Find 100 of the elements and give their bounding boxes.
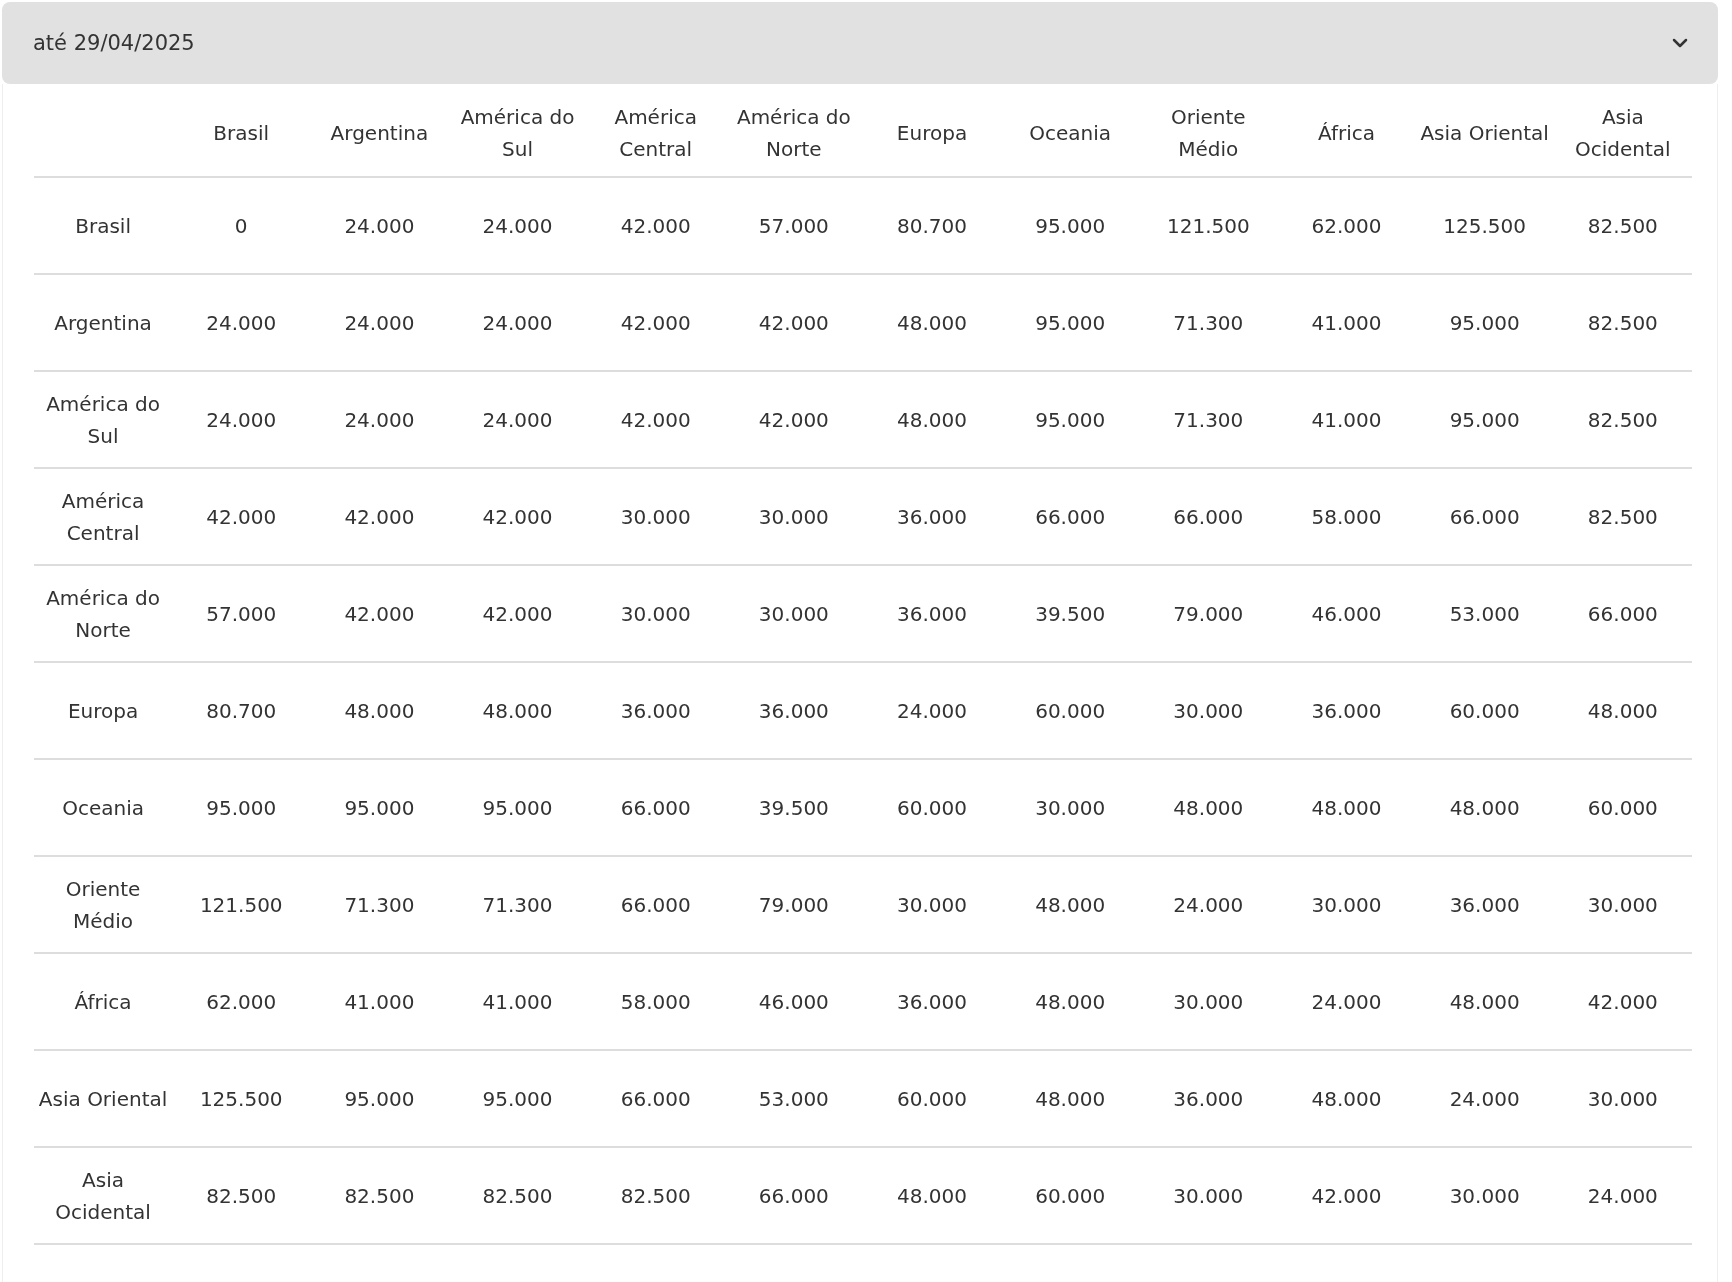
row-header: África bbox=[74, 988, 132, 1016]
table-cell-text: 95.000 bbox=[1035, 309, 1106, 337]
table-cell-text: 66.000 bbox=[620, 1085, 691, 1113]
table-cell-text: 41.000 bbox=[482, 988, 553, 1016]
table-cell-text: 30.000 bbox=[1035, 794, 1106, 822]
table-cell-text: 36.000 bbox=[897, 600, 967, 628]
table-cell-text: 79.000 bbox=[1173, 600, 1244, 628]
table-cell-text: 66.000 bbox=[758, 1182, 829, 1210]
table-cell-text: 95.000 bbox=[1449, 309, 1520, 337]
table-cell-text: 30.000 bbox=[1311, 891, 1382, 919]
table-cell-text: 24.000 bbox=[344, 309, 415, 337]
table-cell-text: 30.000 bbox=[620, 503, 691, 531]
table-cell-text: 95.000 bbox=[1035, 406, 1106, 434]
table-cell-text: 60.000 bbox=[1587, 794, 1658, 822]
table-cell-text: 82.500 bbox=[1587, 309, 1658, 337]
table-cell-text: 62.000 bbox=[206, 988, 277, 1016]
table-cell-text: 79.000 bbox=[758, 891, 829, 919]
column-header: Argentina bbox=[330, 120, 429, 147]
table-cell-text: 0 bbox=[234, 212, 248, 240]
table-cell-text: 82.500 bbox=[206, 1182, 277, 1210]
table-cell-text: 42.000 bbox=[206, 503, 277, 531]
table-cell-text: 48.000 bbox=[897, 1182, 967, 1210]
table-cell-text: 71.300 bbox=[1173, 309, 1244, 337]
table-cell-text: 71.300 bbox=[1173, 406, 1244, 434]
table-cell-text: 24.000 bbox=[897, 697, 967, 725]
table-cell-text: 42.000 bbox=[344, 600, 415, 628]
table-cell-text: 42.000 bbox=[1311, 1182, 1382, 1210]
table-cell-text: 24.000 bbox=[344, 212, 415, 240]
column-header: Brasil bbox=[213, 120, 270, 147]
table-cell-text: 30.000 bbox=[1173, 1182, 1244, 1210]
row-header: Asia Oriental bbox=[38, 1085, 168, 1113]
table-cell-text: 95.000 bbox=[482, 794, 553, 822]
table-cell-text: 71.300 bbox=[344, 891, 415, 919]
table-cell-text: 58.000 bbox=[620, 988, 691, 1016]
table-cell-text: 66.000 bbox=[1449, 503, 1520, 531]
table-cell-text: 121.500 bbox=[199, 891, 283, 919]
table-cell-text: 48.000 bbox=[1311, 1085, 1382, 1113]
table-cell-text: 30.000 bbox=[1587, 891, 1658, 919]
table-cell-text: 95.000 bbox=[206, 794, 277, 822]
table-cell-text: 66.000 bbox=[1587, 600, 1658, 628]
table-cell-text: 82.500 bbox=[620, 1182, 691, 1210]
table-cell-text: 95.000 bbox=[344, 1085, 415, 1113]
table-cell-text: 82.500 bbox=[1587, 212, 1658, 240]
table-cell-text: 42.000 bbox=[620, 309, 691, 337]
table-cell-text: 62.000 bbox=[1311, 212, 1382, 240]
column-header: Asia Ocidental bbox=[1574, 104, 1672, 163]
table-cell-text: 30.000 bbox=[620, 600, 691, 628]
accordion-header[interactable]: até 29/04/2025 bbox=[2, 2, 1718, 84]
table-cell-text: 60.000 bbox=[897, 1085, 967, 1113]
table-cell-text: 30.000 bbox=[897, 891, 967, 919]
table-cell-text: 82.500 bbox=[482, 1182, 553, 1210]
column-header: Oriente Médio bbox=[1170, 104, 1247, 163]
table-cell-text: 36.000 bbox=[897, 503, 967, 531]
table-cell-text: 66.000 bbox=[1035, 503, 1106, 531]
table-cell-text: 30.000 bbox=[1449, 1182, 1520, 1210]
column-header: África bbox=[1317, 120, 1375, 147]
table-cell-text: 36.000 bbox=[758, 697, 829, 725]
table-cell-text: 48.000 bbox=[482, 697, 553, 725]
table-cell-text: 53.000 bbox=[758, 1085, 829, 1113]
table-cell-text: 48.000 bbox=[1449, 794, 1520, 822]
column-header: América do Norte bbox=[735, 104, 852, 163]
table-cell-text: 60.000 bbox=[1449, 697, 1520, 725]
table-cell-text: 60.000 bbox=[1035, 697, 1106, 725]
table-cell-text: 24.000 bbox=[1449, 1085, 1520, 1113]
column-header: Asia Oriental bbox=[1420, 120, 1549, 147]
table-cell-text: 95.000 bbox=[1449, 406, 1520, 434]
table-cell-text: 48.000 bbox=[897, 406, 967, 434]
row-header: Brasil bbox=[75, 212, 131, 240]
table-cell-text: 30.000 bbox=[758, 503, 829, 531]
table-cell-text: 60.000 bbox=[897, 794, 967, 822]
table-cell-text: 30.000 bbox=[1173, 697, 1244, 725]
table-cell-text: 24.000 bbox=[1173, 891, 1244, 919]
column-header: América do Sul bbox=[459, 104, 576, 163]
table-cell-text: 66.000 bbox=[620, 891, 691, 919]
chevron-icon bbox=[1672, 38, 1688, 48]
table-cell-text: 58.000 bbox=[1311, 503, 1382, 531]
row-header: Asia Ocidental bbox=[54, 1166, 152, 1226]
row-header: América do Norte bbox=[45, 584, 161, 644]
table-cell-text: 95.000 bbox=[1035, 212, 1106, 240]
table-cell-text: 42.000 bbox=[620, 406, 691, 434]
row-header: Oriente Médio bbox=[64, 875, 142, 935]
row-header: Argentina bbox=[54, 309, 152, 337]
column-header: Europa bbox=[896, 120, 968, 147]
table-cell-text: 24.000 bbox=[482, 309, 553, 337]
table-cell-text: 48.000 bbox=[1035, 891, 1106, 919]
table-cell-text: 42.000 bbox=[620, 212, 691, 240]
column-header: Oceania bbox=[1029, 120, 1112, 147]
table-cell-text: 125.500 bbox=[1443, 212, 1526, 240]
table-cell-text: 42.000 bbox=[1587, 988, 1658, 1016]
table-cell-text: 82.500 bbox=[1587, 406, 1658, 434]
table-cell-text: 53.000 bbox=[1449, 600, 1520, 628]
column-header: América Central bbox=[613, 104, 698, 163]
table-cell-text: 66.000 bbox=[620, 794, 691, 822]
table-cell-text: 24.000 bbox=[482, 406, 553, 434]
table-cell-text: 48.000 bbox=[1035, 1085, 1106, 1113]
table-cell-text: 30.000 bbox=[758, 600, 829, 628]
table-cell-text: 36.000 bbox=[620, 697, 691, 725]
table-cell-text: 42.000 bbox=[758, 406, 829, 434]
table-cell-text: 48.000 bbox=[1173, 794, 1244, 822]
table-cell-text: 48.000 bbox=[344, 697, 415, 725]
